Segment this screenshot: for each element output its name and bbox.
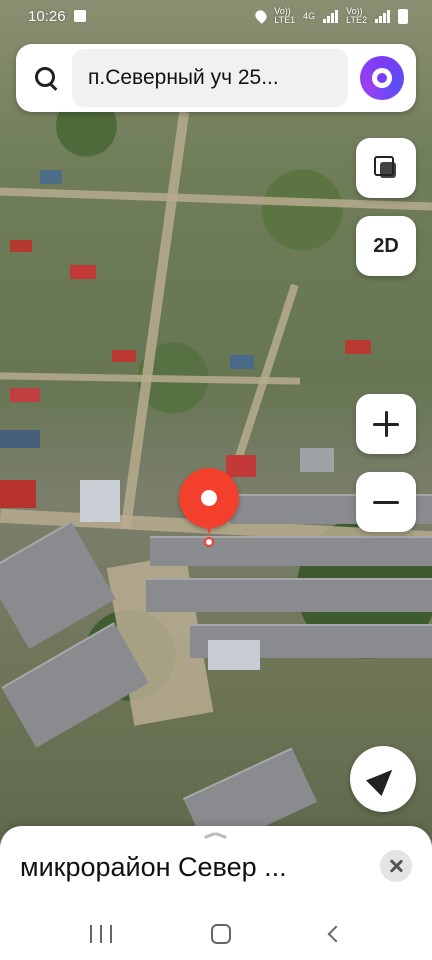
zoom-out-button[interactable] xyxy=(356,472,416,532)
close-icon xyxy=(389,859,403,873)
search-bar: п.Северный уч 25... xyxy=(16,44,416,112)
system-nav-bar xyxy=(0,908,432,960)
pin-tail xyxy=(203,520,215,534)
place-bottom-sheet[interactable]: микрорайон Север ... xyxy=(0,826,432,908)
network-generation: 4G xyxy=(303,10,316,21)
view-mode-label: 2D xyxy=(373,234,399,257)
gallery-notification-icon xyxy=(73,10,86,22)
clock: 10:26 xyxy=(28,7,66,25)
sim2-network: Vo)) LTE2 xyxy=(346,7,367,25)
back-icon[interactable] xyxy=(327,925,345,943)
location-status-icon xyxy=(253,8,270,24)
sim1-signal-icon xyxy=(323,9,339,23)
sim1-network: Vo)) LTE1 xyxy=(274,7,295,25)
place-title: микрорайон Север ... xyxy=(20,852,287,882)
sim2-signal-icon xyxy=(375,9,390,23)
location-arrow-icon xyxy=(366,762,400,796)
sim1-lte-label: LTE1 xyxy=(274,15,296,25)
pin-head-icon xyxy=(179,468,239,528)
search-icon[interactable] xyxy=(28,61,62,95)
search-input[interactable]: п.Северный уч 25... xyxy=(72,49,348,107)
my-location-button[interactable] xyxy=(350,746,416,812)
battery-icon xyxy=(398,8,408,24)
chevron-up-icon[interactable] xyxy=(200,832,232,842)
plus-icon xyxy=(373,411,399,437)
view-mode-button[interactable]: 2D xyxy=(356,216,416,276)
sim2-lte-label: LTE2 xyxy=(346,15,367,25)
zoom-in-button[interactable] xyxy=(356,394,416,454)
home-icon[interactable] xyxy=(210,924,231,944)
alice-assistant-icon[interactable] xyxy=(360,56,404,100)
layers-icon xyxy=(374,156,398,180)
pin-point xyxy=(204,537,214,547)
recent-apps-icon[interactable] xyxy=(89,925,112,943)
location-pin[interactable] xyxy=(179,468,239,547)
close-button[interactable] xyxy=(380,850,412,882)
layers-button[interactable] xyxy=(356,138,416,198)
minus-icon xyxy=(373,489,399,515)
status-bar: 10:26 Vo)) LTE1 4G Vo)) LTE2 xyxy=(0,0,432,32)
